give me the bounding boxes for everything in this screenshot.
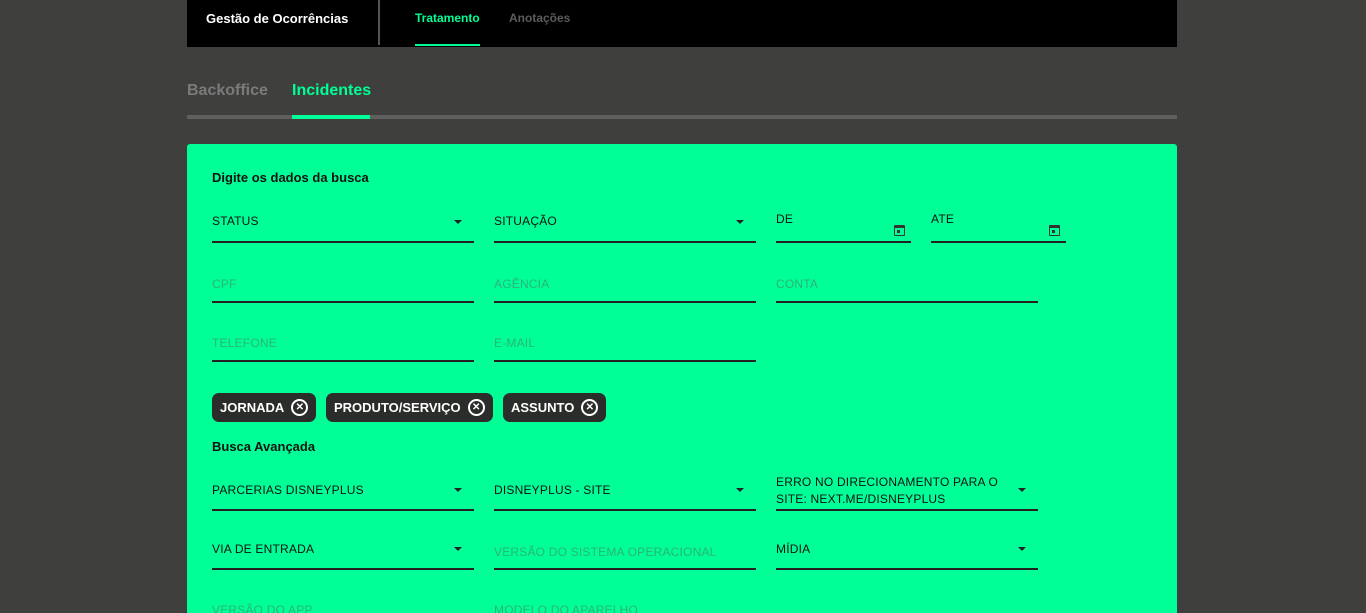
chip-produto-servico-label: PRODUTO/SERVIÇO	[334, 400, 461, 415]
search-card: Digite os dados da busca STATUS SITUAÇÃO…	[187, 144, 1177, 613]
produto-select[interactable]: DISNEYPLUS - SITE	[494, 471, 756, 511]
modelo-aparelho-field[interactable]: MODELO DO APARELHO	[494, 589, 756, 613]
jornada-select-value: PARCERIAS DISNEYPLUS	[212, 483, 364, 497]
modelo-aparelho-placeholder: MODELO DO APARELHO	[494, 603, 639, 613]
tab-tratamento-indicator	[415, 44, 480, 46]
close-circle-icon[interactable]: ✕	[291, 399, 309, 416]
date-from-field[interactable]: DE	[776, 203, 911, 243]
chevron-down-icon	[736, 488, 744, 492]
chevron-down-icon	[454, 220, 462, 224]
subtab-incidentes[interactable]: Incidentes	[292, 82, 371, 100]
email-placeholder: E-MAIL	[494, 336, 536, 350]
agencia-placeholder: AGÊNCIA	[494, 277, 550, 291]
situacao-select-value: SITUAÇÃO	[494, 214, 557, 228]
tab-tratamento[interactable]: Tratamento	[415, 11, 480, 25]
conta-field[interactable]: CONTA	[776, 263, 1038, 303]
chevron-down-icon	[454, 488, 462, 492]
cpf-placeholder: CPF	[212, 277, 237, 291]
email-field[interactable]: E-MAIL	[494, 322, 756, 362]
status-select-value: STATUS	[212, 214, 259, 228]
date-to-field[interactable]: ATE	[931, 203, 1066, 243]
subtab-backoffice[interactable]: Backoffice	[187, 82, 268, 100]
chevron-down-icon	[736, 220, 744, 224]
date-from-label: DE	[776, 212, 794, 226]
telefone-field[interactable]: TELEFONE	[212, 322, 474, 362]
chip-produto-servico[interactable]: PRODUTO/SERVIÇO ✕	[326, 393, 493, 422]
chevron-down-icon	[1018, 488, 1026, 492]
versao-so-placeholder: VERSÃO DO SISTEMA OPERACIONAL	[494, 545, 717, 559]
via-entrada-select[interactable]: VIA DE ENTRADA	[212, 530, 474, 570]
cpf-field[interactable]: CPF	[212, 263, 474, 303]
search-title: Digite os dados da busca	[212, 170, 369, 185]
jornada-select[interactable]: PARCERIAS DISNEYPLUS	[212, 471, 474, 511]
tab-anotacoes[interactable]: Anotações	[509, 11, 570, 25]
chevron-down-icon	[454, 547, 462, 551]
chip-jornada[interactable]: JORNADA ✕	[212, 393, 317, 422]
assunto-select-value-line2: SITE: NEXT.ME/DISNEYPLUS	[776, 492, 946, 506]
chevron-down-icon	[1018, 547, 1026, 551]
telefone-placeholder: TELEFONE	[212, 336, 277, 350]
subtab-incidentes-indicator	[292, 115, 370, 119]
chip-jornada-label: JORNADA	[220, 400, 285, 415]
top-bar: Gestão de Ocorrências Tratamento Anotaçõ…	[187, 0, 1177, 47]
status-select[interactable]: STATUS	[212, 203, 474, 243]
assunto-select-value-line1: ERRO NO DIRECIONAMENTO PARA O	[776, 475, 999, 489]
versao-app-placeholder: VERSÃO DO APP	[212, 603, 313, 613]
via-entrada-select-value: VIA DE ENTRADA	[212, 542, 315, 556]
versao-so-field[interactable]: VERSÃO DO SISTEMA OPERACIONAL	[494, 530, 756, 570]
midia-select[interactable]: MÍDIA	[776, 530, 1038, 570]
app-title: Gestão de Ocorrências	[206, 11, 349, 26]
conta-placeholder: CONTA	[776, 277, 819, 291]
close-circle-icon[interactable]: ✕	[581, 399, 599, 416]
assunto-select[interactable]: ERRO NO DIRECIONAMENTO PARA O SITE: NEXT…	[776, 471, 1038, 511]
versao-app-field[interactable]: VERSÃO DO APP	[212, 589, 474, 613]
date-to-label: ATE	[931, 212, 955, 226]
chip-assunto[interactable]: ASSUNTO ✕	[503, 393, 607, 422]
chip-assunto-label: ASSUNTO	[511, 400, 575, 415]
advanced-title: Busca Avançada	[212, 439, 316, 454]
situacao-select[interactable]: SITUAÇÃO	[494, 203, 756, 243]
calendar-icon[interactable]	[1049, 225, 1060, 236]
calendar-icon[interactable]	[894, 225, 905, 236]
midia-select-value: MÍDIA	[776, 542, 811, 556]
close-circle-icon[interactable]: ✕	[467, 399, 485, 416]
top-divider	[378, 0, 380, 45]
agencia-field[interactable]: AGÊNCIA	[494, 263, 756, 303]
produto-select-value: DISNEYPLUS - SITE	[494, 483, 611, 497]
